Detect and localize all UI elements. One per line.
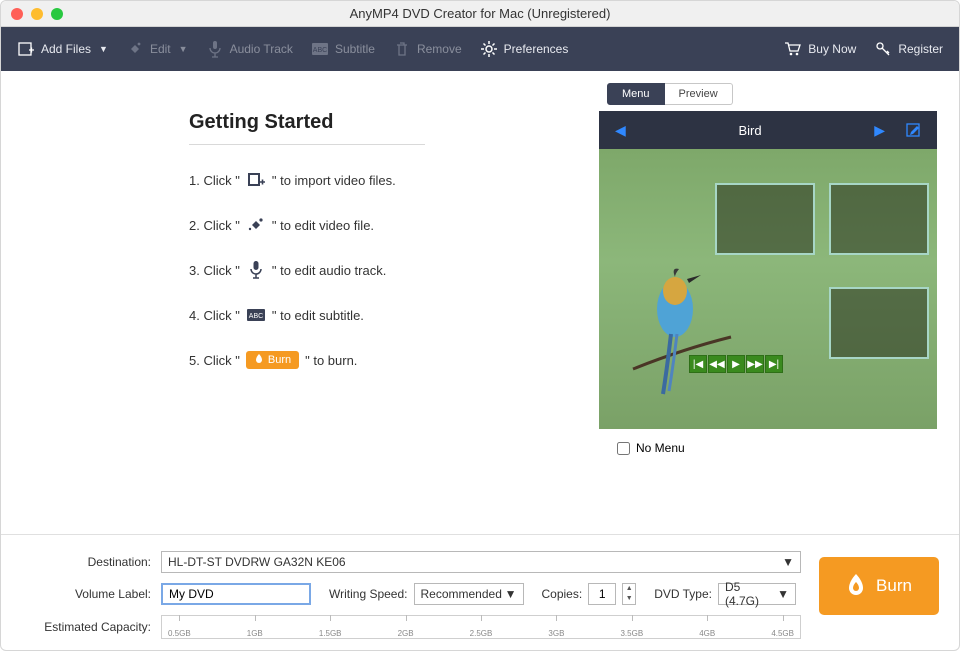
edit-template-button[interactable] xyxy=(905,122,921,138)
flame-icon xyxy=(254,354,264,366)
gear-icon xyxy=(480,40,498,58)
ruler-tick: 4.5GB xyxy=(771,629,794,638)
tab-preview[interactable]: Preview xyxy=(665,83,733,105)
audio-track-button: Audio Track xyxy=(206,40,293,58)
bottom-panel: Destination: HL-DT-ST DVDRW GA32N KE06 ▼… xyxy=(1,534,959,652)
preferences-button[interactable]: Preferences xyxy=(480,40,569,58)
preview-tabs: Menu Preview xyxy=(607,83,941,105)
getting-started-heading: Getting Started xyxy=(189,111,425,145)
key-icon xyxy=(874,40,892,58)
register-button[interactable]: Register xyxy=(874,40,943,58)
burn-badge: Burn xyxy=(246,351,299,369)
dvd-type-label: DVD Type: xyxy=(654,587,712,601)
buy-now-label: Buy Now xyxy=(808,42,856,56)
svg-text:ABC: ABC xyxy=(313,47,327,54)
no-menu-label: No Menu xyxy=(636,441,685,455)
sparkle-icon xyxy=(126,40,144,58)
burn-button[interactable]: Burn xyxy=(819,557,939,615)
fastforward-button[interactable]: ▶▶ xyxy=(746,355,764,373)
template-preview: |◀ ◀◀ ▶ ▶▶ ▶| xyxy=(599,149,937,429)
copies-label: Copies: xyxy=(542,587,583,601)
volume-label-label: Volume Label: xyxy=(21,587,151,601)
subtitle-label: Subtitle xyxy=(335,42,375,56)
preferences-label: Preferences xyxy=(504,42,569,56)
microphone-icon xyxy=(206,40,224,58)
template-header: ◀ Bird ▶ xyxy=(599,111,937,149)
prev-template-button[interactable]: ◀ xyxy=(615,122,626,139)
no-menu-checkbox[interactable] xyxy=(617,442,630,455)
destination-value: HL-DT-ST DVDRW GA32N KE06 xyxy=(168,555,346,569)
register-label: Register xyxy=(898,42,943,56)
play-button[interactable]: ▶ xyxy=(727,355,745,373)
remove-button: Remove xyxy=(393,40,462,58)
copies-stepper[interactable]: ▲▼ xyxy=(622,583,636,605)
menu-thumbnail[interactable] xyxy=(829,183,929,255)
no-menu-option[interactable]: No Menu xyxy=(617,441,941,455)
volume-label-input[interactable] xyxy=(161,583,311,605)
subtitle-icon: ABC xyxy=(246,306,266,324)
ruler-tick: 2.5GB xyxy=(470,629,493,638)
step-1: 1. Click " " to import video files. xyxy=(189,171,425,189)
import-icon xyxy=(246,171,266,189)
add-files-icon xyxy=(17,40,35,58)
capacity-label: Estimated Capacity: xyxy=(21,620,151,634)
writing-speed-select[interactable]: Recommended ▼ xyxy=(414,583,524,605)
capacity-ruler: 0.5GB 1GB 1.5GB 2GB 2.5GB 3GB 3.5GB 4GB 4.5GB xyxy=(161,615,801,639)
rewind-button[interactable]: ◀◀ xyxy=(708,355,726,373)
window-title: AnyMP4 DVD Creator for Mac (Unregistered… xyxy=(1,6,959,21)
remove-label: Remove xyxy=(417,42,462,56)
dvd-type-select[interactable]: D5 (4.7G) ▼ xyxy=(718,583,796,605)
next-template-button[interactable]: ▶ xyxy=(874,122,885,139)
step-5: 5. Click " Burn " to burn. xyxy=(189,351,425,369)
microphone-icon xyxy=(246,261,266,279)
flame-icon xyxy=(846,574,866,598)
ruler-tick: 1.5GB xyxy=(319,629,342,638)
cart-icon xyxy=(784,40,802,58)
audio-track-label: Audio Track xyxy=(230,42,293,56)
edit-label: Edit xyxy=(150,42,171,56)
burn-button-label: Burn xyxy=(876,576,912,596)
titlebar: AnyMP4 DVD Creator for Mac (Unregistered… xyxy=(1,1,959,27)
bird-image xyxy=(623,249,733,399)
ruler-tick: 3.5GB xyxy=(620,629,643,638)
subtitle-button: ABC Subtitle xyxy=(311,40,375,58)
destination-label: Destination: xyxy=(21,555,151,569)
writing-speed-label: Writing Speed: xyxy=(329,587,408,601)
ruler-tick: 0.5GB xyxy=(168,629,191,638)
menu-thumbnail[interactable] xyxy=(715,183,815,255)
tab-menu[interactable]: Menu xyxy=(607,83,665,105)
menu-thumbnail[interactable] xyxy=(829,287,929,359)
edit-button: Edit ▼ xyxy=(126,40,188,58)
chevron-down-icon: ▼ xyxy=(782,555,794,569)
template-name: Bird xyxy=(626,123,874,138)
chevron-down-icon: ▼ xyxy=(99,44,108,54)
ruler-tick: 1GB xyxy=(247,629,263,638)
chevron-down-icon: ▼ xyxy=(777,587,789,601)
step-4: 4. Click " ABC " to edit subtitle. xyxy=(189,306,425,324)
playback-controls: |◀ ◀◀ ▶ ▶▶ ▶| xyxy=(689,355,784,373)
getting-started-panel: Getting Started 1. Click " " to import v… xyxy=(1,71,599,534)
svg-text:ABC: ABC xyxy=(249,313,263,320)
edit-sparkle-icon xyxy=(246,216,266,234)
trash-icon xyxy=(393,40,411,58)
add-files-button[interactable]: Add Files ▼ xyxy=(17,40,108,58)
chevron-down-icon: ▼ xyxy=(179,44,188,54)
skip-forward-button[interactable]: ▶| xyxy=(765,355,783,373)
destination-select[interactable]: HL-DT-ST DVDRW GA32N KE06 ▼ xyxy=(161,551,801,573)
ruler-tick: 3GB xyxy=(548,629,564,638)
skip-back-button[interactable]: |◀ xyxy=(689,355,707,373)
ruler-tick: 2GB xyxy=(398,629,414,638)
preview-panel: Menu Preview ◀ Bird ▶ xyxy=(599,71,959,534)
step-3: 3. Click " " to edit audio track. xyxy=(189,261,425,279)
buy-now-button[interactable]: Buy Now xyxy=(784,40,856,58)
ruler-tick: 4GB xyxy=(699,629,715,638)
copies-input[interactable] xyxy=(588,583,616,605)
chevron-down-icon: ▼ xyxy=(505,587,517,601)
subtitle-icon: ABC xyxy=(311,40,329,58)
step-2: 2. Click " " to edit video file. xyxy=(189,216,425,234)
add-files-label: Add Files xyxy=(41,42,91,56)
main-toolbar: Add Files ▼ Edit ▼ Audio Track ABC Subti… xyxy=(1,27,959,71)
